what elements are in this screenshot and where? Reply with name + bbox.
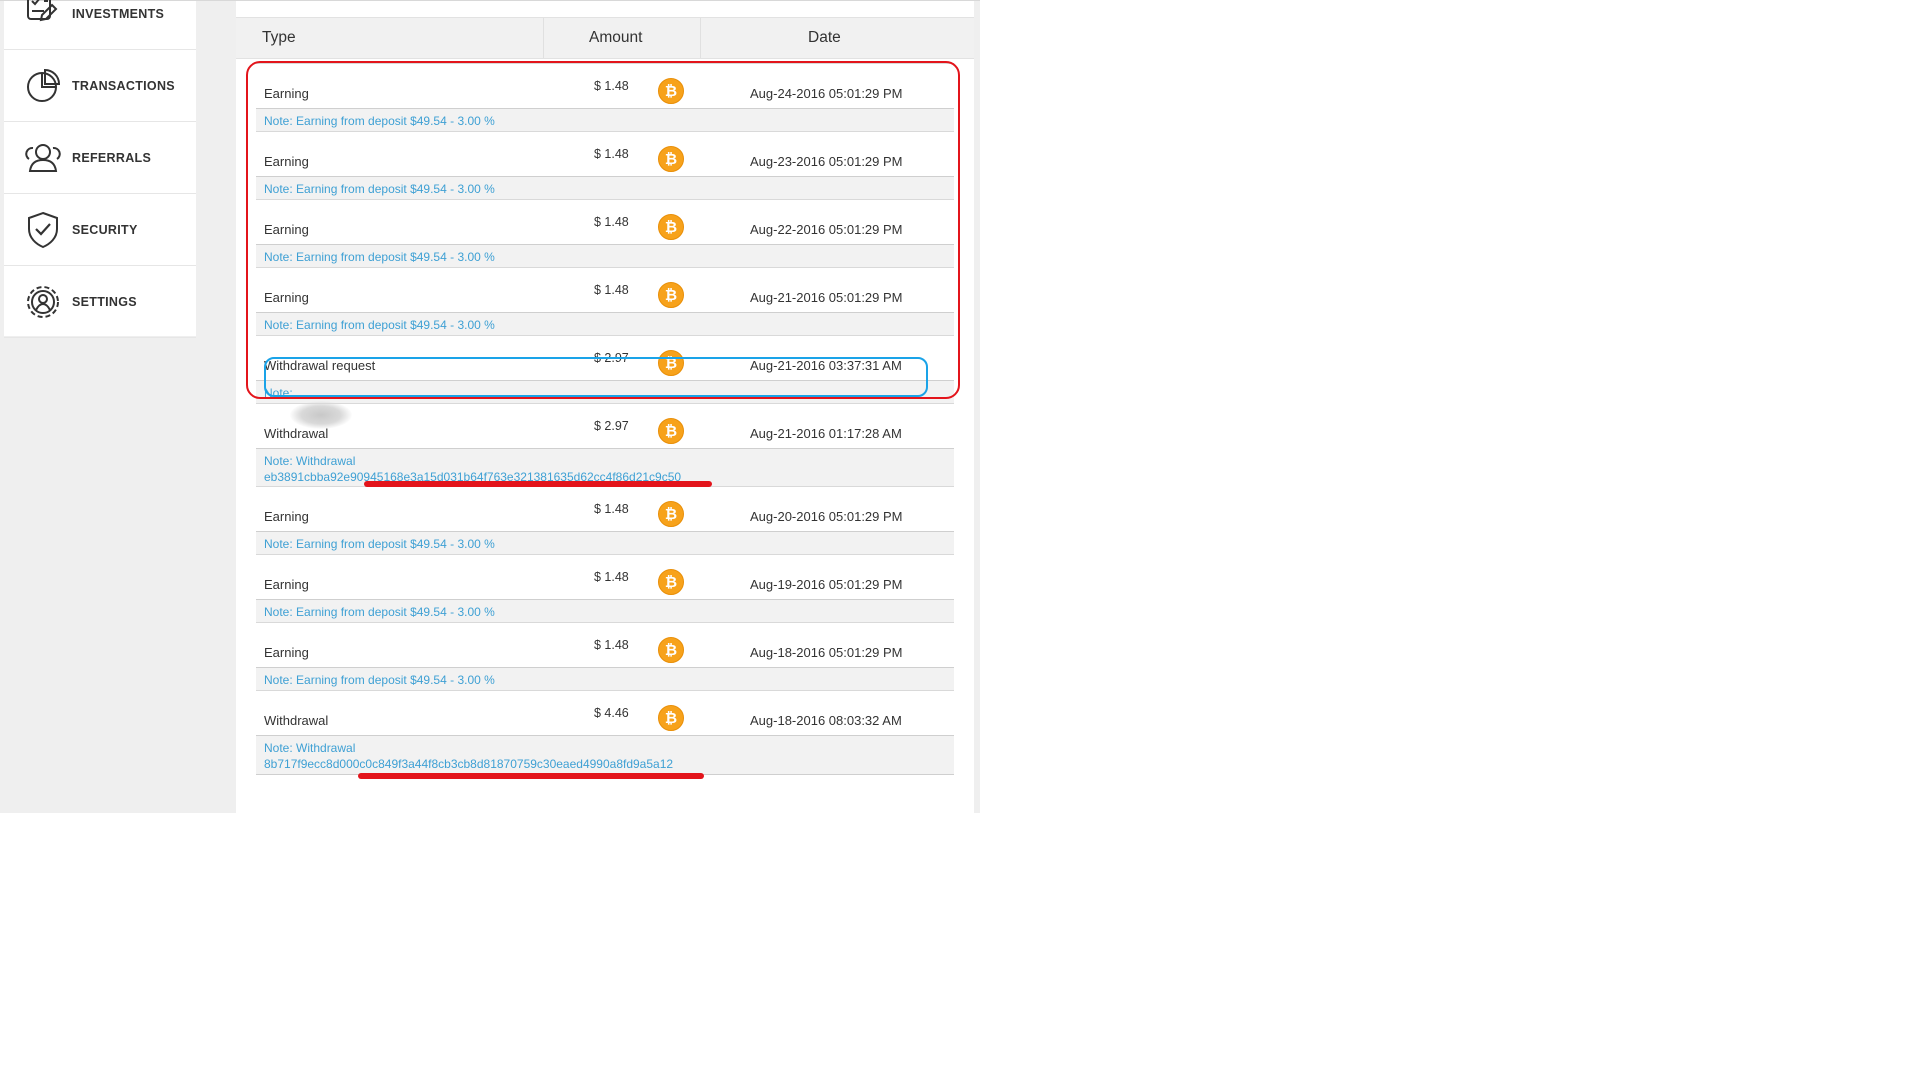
transaction-type: Earning bbox=[264, 577, 309, 592]
note-text: Note: Earning from deposit $49.54 - 3.00… bbox=[264, 605, 495, 619]
sidebar-item-label: SETTINGS bbox=[72, 294, 137, 309]
bitcoin-icon: ₿ bbox=[658, 569, 684, 595]
transaction-note: Note: Withdrawal 8b717f9ecc8d000c0c849f3a… bbox=[264, 740, 673, 772]
transaction-note-row: Note: Earning from deposit $49.54 - 3.00… bbox=[256, 531, 954, 556]
sidebar: INVESTMENTS TRANSACTIONS REFERRALS SECUR… bbox=[4, 0, 196, 338]
pie-chart-icon bbox=[27, 68, 61, 102]
shield-check-icon bbox=[28, 211, 58, 248]
transaction-note-row: Note: Earning from deposit $49.54 - 3.00… bbox=[256, 667, 954, 692]
column-header-amount[interactable]: Amount bbox=[589, 18, 642, 58]
sidebar-item-label: TRANSACTIONS bbox=[72, 78, 175, 93]
checklist-icon bbox=[27, 0, 58, 22]
transaction-amount: $ 1.48 bbox=[594, 570, 629, 584]
column-header-type[interactable]: Type bbox=[262, 18, 296, 58]
red-redaction-line bbox=[358, 773, 704, 779]
transaction-date: Aug-18-2016 08:03:32 AM bbox=[750, 713, 902, 728]
table-row[interactable]: Withdrawal $ 4.46 ₿ Aug-18-2016 08:03:32 AM bbox=[256, 690, 954, 736]
red-redaction-line bbox=[364, 481, 712, 487]
sidebar-item-security[interactable]: SECURITY bbox=[4, 194, 196, 266]
transaction-amount: $ 2.97 bbox=[594, 419, 629, 433]
table-header: Type Amount Date bbox=[236, 17, 974, 59]
sidebar-item-label: INVESTMENTS bbox=[72, 7, 165, 21]
bitcoin-icon: ₿ bbox=[658, 705, 684, 731]
note-text: Note: Withdrawal bbox=[264, 454, 356, 468]
transaction-note: Note: Earning from deposit $49.54 - 3.00… bbox=[264, 672, 495, 688]
transaction-date: Aug-19-2016 05:01:29 PM bbox=[750, 577, 903, 592]
users-icon bbox=[25, 143, 61, 172]
transaction-date: Aug-18-2016 05:01:29 PM bbox=[750, 645, 903, 660]
bitcoin-icon: ₿ bbox=[658, 637, 684, 663]
transaction-amount: $ 1.48 bbox=[594, 502, 629, 516]
sidebar-item-settings[interactable]: SETTINGS bbox=[4, 266, 196, 338]
transaction-date: Aug-20-2016 05:01:29 PM bbox=[750, 509, 903, 524]
transaction-type: Earning bbox=[264, 509, 309, 524]
blue-highlight-box bbox=[264, 357, 928, 397]
transaction-type: Earning bbox=[264, 645, 309, 660]
transaction-type: Withdrawal bbox=[264, 713, 329, 728]
sidebar-item-label: REFERRALS bbox=[72, 150, 152, 165]
sidebar-item-label: SECURITY bbox=[72, 222, 138, 237]
column-divider bbox=[543, 18, 544, 58]
column-divider bbox=[700, 18, 701, 58]
gear-user-icon bbox=[27, 285, 59, 318]
table-row[interactable]: Earning $ 1.48 ₿ Aug-20-2016 05:01:29 PM bbox=[256, 486, 954, 532]
sidebar-item-referrals[interactable]: REFERRALS bbox=[4, 122, 196, 194]
sidebar-item-investments[interactable]: INVESTMENTS bbox=[4, 0, 196, 50]
red-highlight-box bbox=[246, 61, 960, 399]
transaction-date: Aug-21-2016 01:17:28 AM bbox=[750, 426, 902, 441]
note-text: Note: Earning from deposit $49.54 - 3.00… bbox=[264, 673, 495, 687]
table-row[interactable]: Earning $ 1.48 ₿ Aug-19-2016 05:01:29 PM bbox=[256, 554, 954, 600]
transaction-note-row: Note: Withdrawal 8b717f9ecc8d000c0c849f3a… bbox=[256, 735, 954, 775]
transaction-hash[interactable]: 8b717f9ecc8d000c0c849f3a44f8cb3cb8d81870… bbox=[264, 756, 673, 772]
transaction-amount: $ 4.46 bbox=[594, 706, 629, 720]
bitcoin-icon: ₿ bbox=[658, 418, 684, 444]
bitcoin-icon: ₿ bbox=[658, 501, 684, 527]
transaction-note-row: Note: Earning from deposit $49.54 - 3.00… bbox=[256, 599, 954, 624]
blurred-redaction bbox=[290, 401, 352, 429]
transaction-amount: $ 1.48 bbox=[594, 638, 629, 652]
sidebar-item-transactions[interactable]: TRANSACTIONS bbox=[4, 50, 196, 122]
transaction-note: Note: Earning from deposit $49.54 - 3.00… bbox=[264, 536, 495, 552]
transaction-note: Note: Earning from deposit $49.54 - 3.00… bbox=[264, 604, 495, 620]
note-text: Note: Earning from deposit $49.54 - 3.00… bbox=[264, 537, 495, 551]
note-text: Note: Withdrawal bbox=[264, 741, 356, 755]
table-row[interactable]: Withdrawal $ 2.97 ₿ Aug-21-2016 01:17:28 AM bbox=[256, 403, 954, 449]
column-header-date[interactable]: Date bbox=[808, 18, 841, 58]
table-row[interactable]: Earning $ 1.48 ₿ Aug-18-2016 05:01:29 PM bbox=[256, 622, 954, 668]
